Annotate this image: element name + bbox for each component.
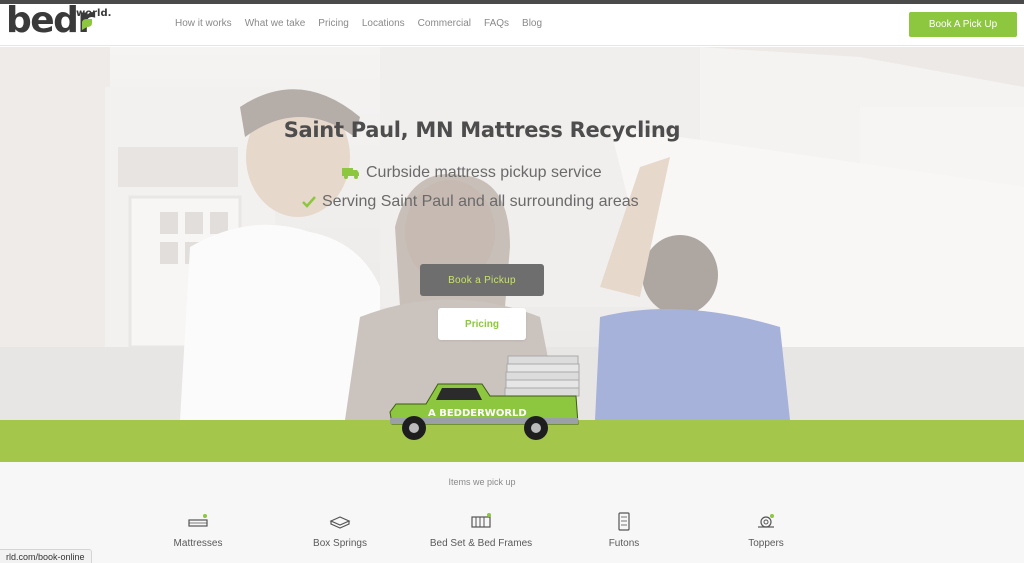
book-pickup-button[interactable]: Book a Pickup (420, 264, 544, 296)
item-futons[interactable]: Futons (569, 512, 679, 550)
hero-line2-text: Serving Saint Paul and all surrounding a… (322, 193, 639, 210)
nav-pricing[interactable]: Pricing (318, 18, 349, 29)
hero-feature-pickup: Curbside mattress pickup service (342, 164, 602, 182)
truck-icon (342, 166, 360, 180)
item-label: Toppers (748, 538, 784, 549)
book-pickup-header-button[interactable]: Book A Pick Up (909, 12, 1017, 37)
item-bed-frames[interactable]: Bed Set & Bed Frames (426, 512, 536, 550)
pricing-button[interactable]: Pricing (438, 308, 526, 340)
logo[interactable]: bedr world. (6, 0, 111, 44)
item-label: Futons (608, 538, 640, 549)
box-spring-icon (329, 516, 351, 529)
nav-how-it-works[interactable]: How it works (175, 18, 232, 29)
item-label: Mattresses (173, 538, 223, 549)
topper-icon (758, 514, 774, 528)
nav-what-we-take[interactable]: What we take (245, 18, 306, 29)
items-title: Items we pick up (448, 477, 516, 487)
item-label: Bed Set & Bed Frames (429, 538, 533, 549)
main-nav: How it works What we take Pricing Locati… (175, 18, 555, 29)
item-mattresses[interactable]: Mattresses (143, 512, 253, 550)
bed-frame-icon (471, 513, 491, 528)
mattress-icon (188, 514, 208, 527)
status-bar-url: rld.com/book-online (0, 549, 92, 563)
site-header: bedr world. How it works What we take Pr… (0, 0, 1024, 46)
futon-icon (618, 512, 630, 531)
nav-commercial[interactable]: Commercial (418, 18, 471, 29)
nav-blog[interactable]: Blog (522, 18, 542, 29)
item-label: Box Springs (313, 538, 367, 549)
items-section: Items we pick up Mattresses Box Springs … (0, 462, 1024, 563)
nav-locations[interactable]: Locations (362, 18, 405, 29)
hero-feature-area: Serving Saint Paul and all surrounding a… (302, 193, 639, 211)
hero-line1-text: Curbside mattress pickup service (366, 164, 602, 181)
checkmark-icon (302, 196, 316, 208)
hero-title: Saint Paul, MN Mattress Recycling (283, 118, 681, 142)
truck-lettering: A BEDDERWORLD (428, 408, 527, 419)
logo-leaf-icon (82, 19, 92, 30)
truck-image: A BEDDERWORLD (389, 355, 580, 440)
nav-faqs[interactable]: FAQs (484, 18, 509, 29)
item-toppers[interactable]: Toppers (711, 512, 821, 550)
item-box-springs[interactable]: Box Springs (285, 512, 395, 550)
